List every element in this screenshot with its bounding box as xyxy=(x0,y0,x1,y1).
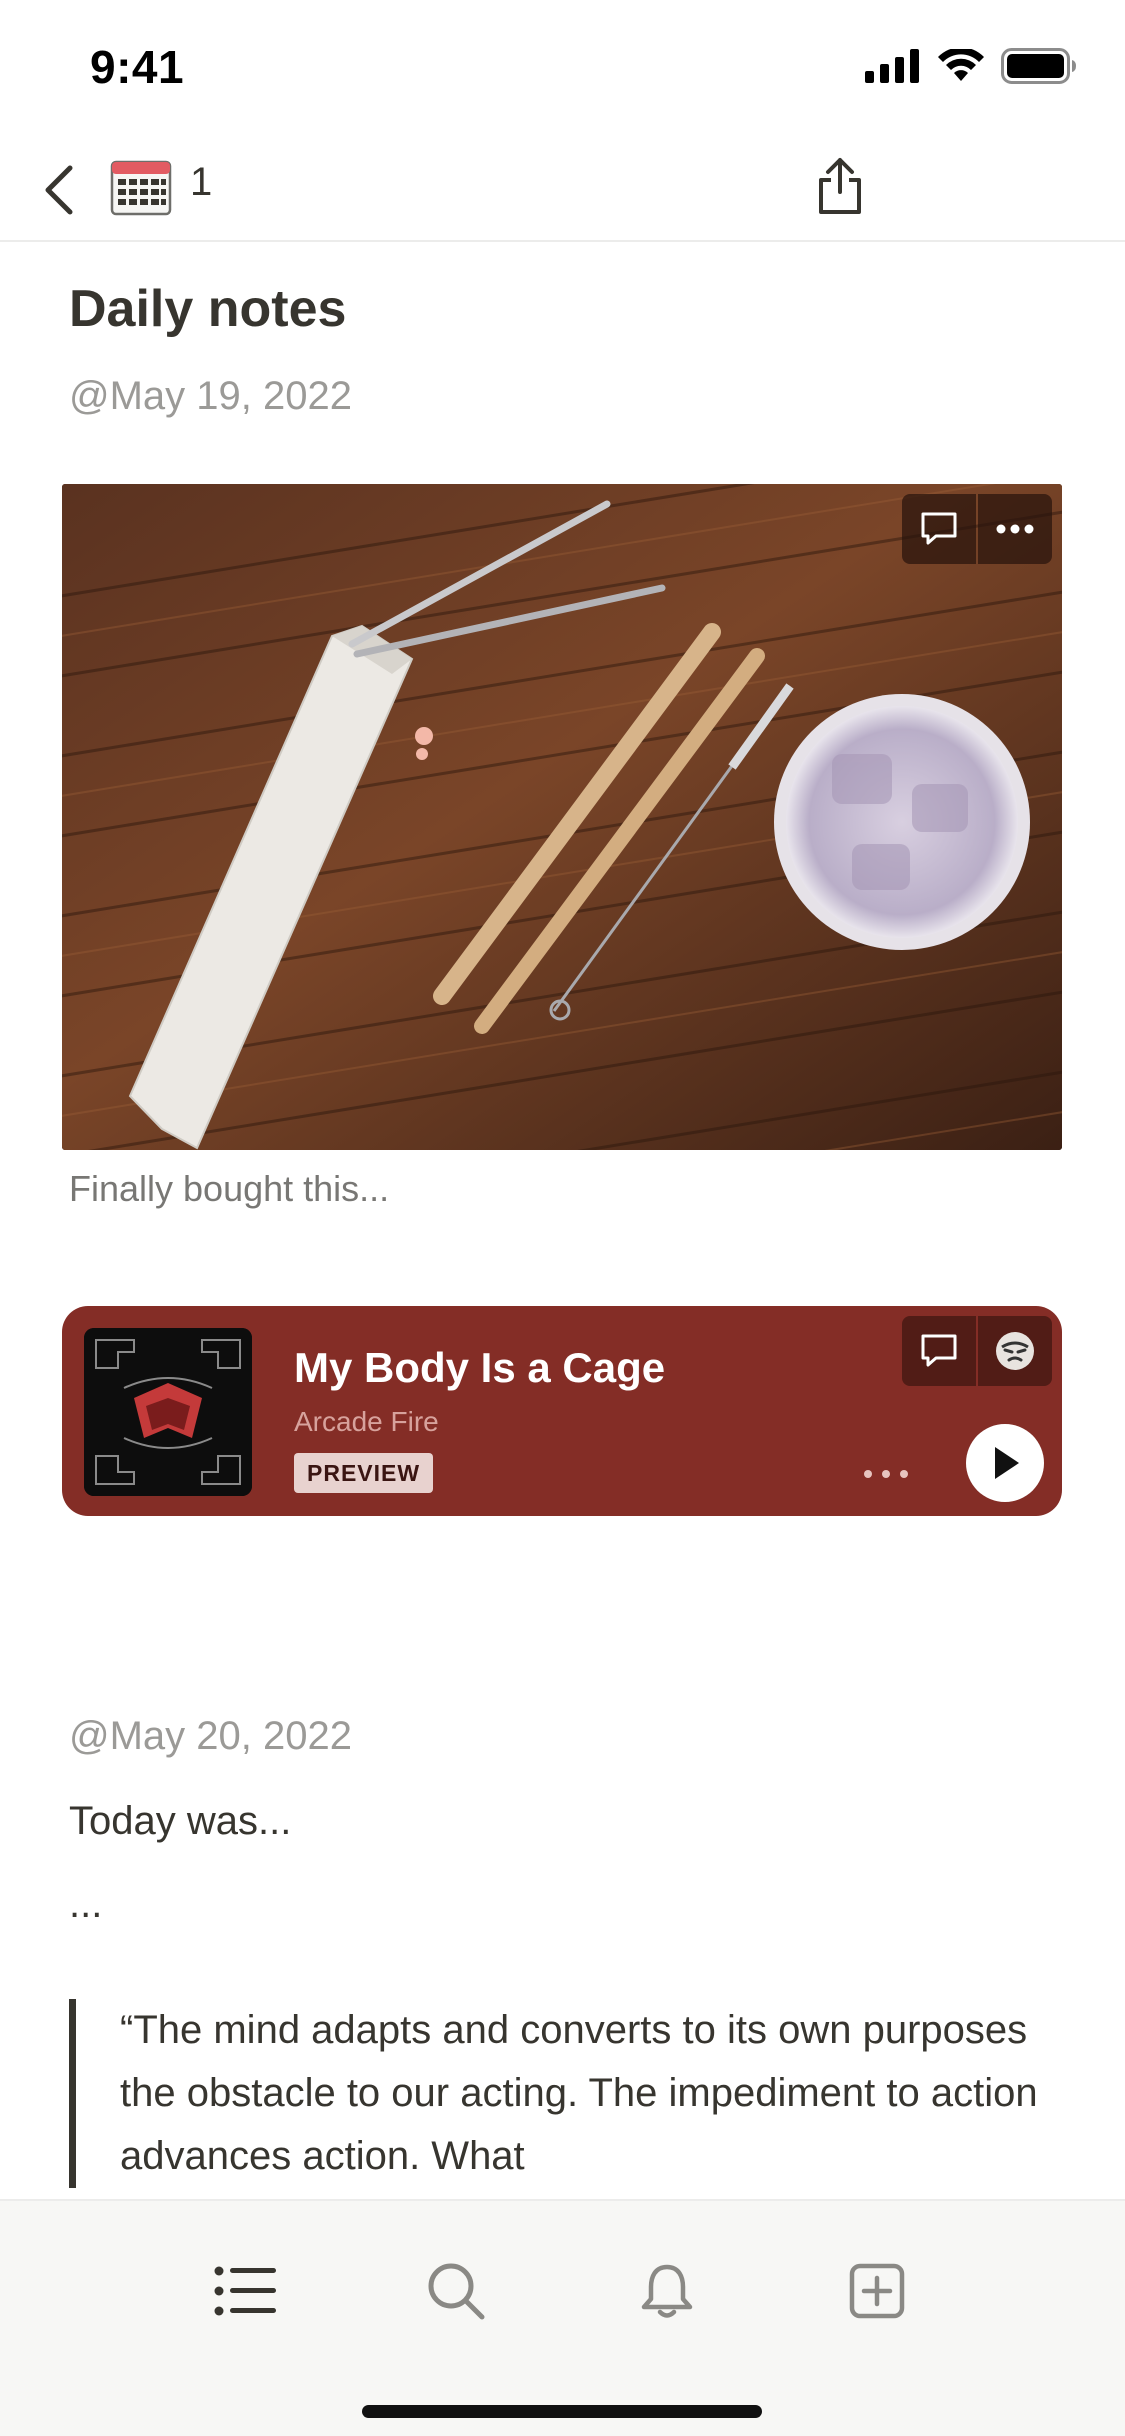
play-icon xyxy=(995,1447,1019,1479)
more-icon xyxy=(864,1470,908,1478)
spotify-toolbar xyxy=(902,1316,1052,1386)
image-toolbar xyxy=(902,494,1052,564)
comment-icon xyxy=(921,1334,957,1367)
image-more-button[interactable] xyxy=(978,494,1052,564)
image-block[interactable] xyxy=(62,484,1062,1150)
page-count: 1 xyxy=(190,160,213,204)
nav-bar: 1 xyxy=(0,140,1125,242)
date-mention[interactable]: @May 19, 2022 xyxy=(69,374,352,419)
spotify-more-button[interactable] xyxy=(856,1454,916,1494)
text-block[interactable]: ... xyxy=(69,1882,102,1927)
quote-block[interactable]: “The mind adapts and converts to its own… xyxy=(69,1999,1069,2188)
avatar-icon xyxy=(996,1332,1034,1370)
album-art-image xyxy=(84,1328,252,1496)
image-comment-button[interactable] xyxy=(902,494,976,564)
calendar-icon[interactable] xyxy=(110,156,172,218)
spotify-embed[interactable]: My Body Is a Cage Arcade Fire PREVIEW xyxy=(62,1306,1062,1516)
date-mention[interactable]: @May 20, 2022 xyxy=(69,1714,352,1759)
play-button[interactable] xyxy=(966,1424,1044,1502)
spotify-user-button[interactable] xyxy=(978,1316,1052,1386)
preview-badge: PREVIEW xyxy=(294,1453,434,1493)
tab-notifications[interactable] xyxy=(627,2251,707,2331)
track-title[interactable]: My Body Is a Cage xyxy=(294,1344,665,1392)
comment-icon xyxy=(921,512,957,545)
straws-photo xyxy=(62,484,1062,1150)
list-icon xyxy=(214,2266,276,2316)
bell-icon xyxy=(641,2264,693,2318)
chevron-left-icon xyxy=(45,165,73,215)
battery-icon xyxy=(1001,48,1076,84)
wifi-icon xyxy=(938,49,984,81)
tab-list[interactable] xyxy=(206,2251,286,2331)
text-block[interactable]: Today was... xyxy=(69,1799,291,1844)
signal-icon xyxy=(865,49,919,83)
plus-square-icon xyxy=(849,2263,905,2319)
search-icon xyxy=(428,2263,485,2320)
album-art xyxy=(84,1328,252,1496)
tab-new-page[interactable] xyxy=(837,2251,917,2331)
back-button[interactable] xyxy=(24,150,94,230)
status-time: 9:41 xyxy=(90,41,185,93)
track-artist[interactable]: Arcade Fire xyxy=(294,1406,439,1438)
page-content[interactable]: Daily notes @May 19, 2022 Finally bought… xyxy=(0,244,1125,2199)
home-indicator xyxy=(362,2405,762,2418)
status-bar: 9:41 xyxy=(0,0,1125,140)
tab-search[interactable] xyxy=(416,2251,496,2331)
share-button[interactable] xyxy=(810,146,870,226)
page-title: Daily notes xyxy=(69,280,347,338)
tab-bar xyxy=(0,2199,1125,2436)
spotify-comment-button[interactable] xyxy=(902,1316,976,1386)
status-icons xyxy=(865,48,1077,84)
image-caption: Finally bought this... xyxy=(69,1168,390,1209)
share-icon xyxy=(819,158,861,214)
more-icon xyxy=(996,524,1034,534)
